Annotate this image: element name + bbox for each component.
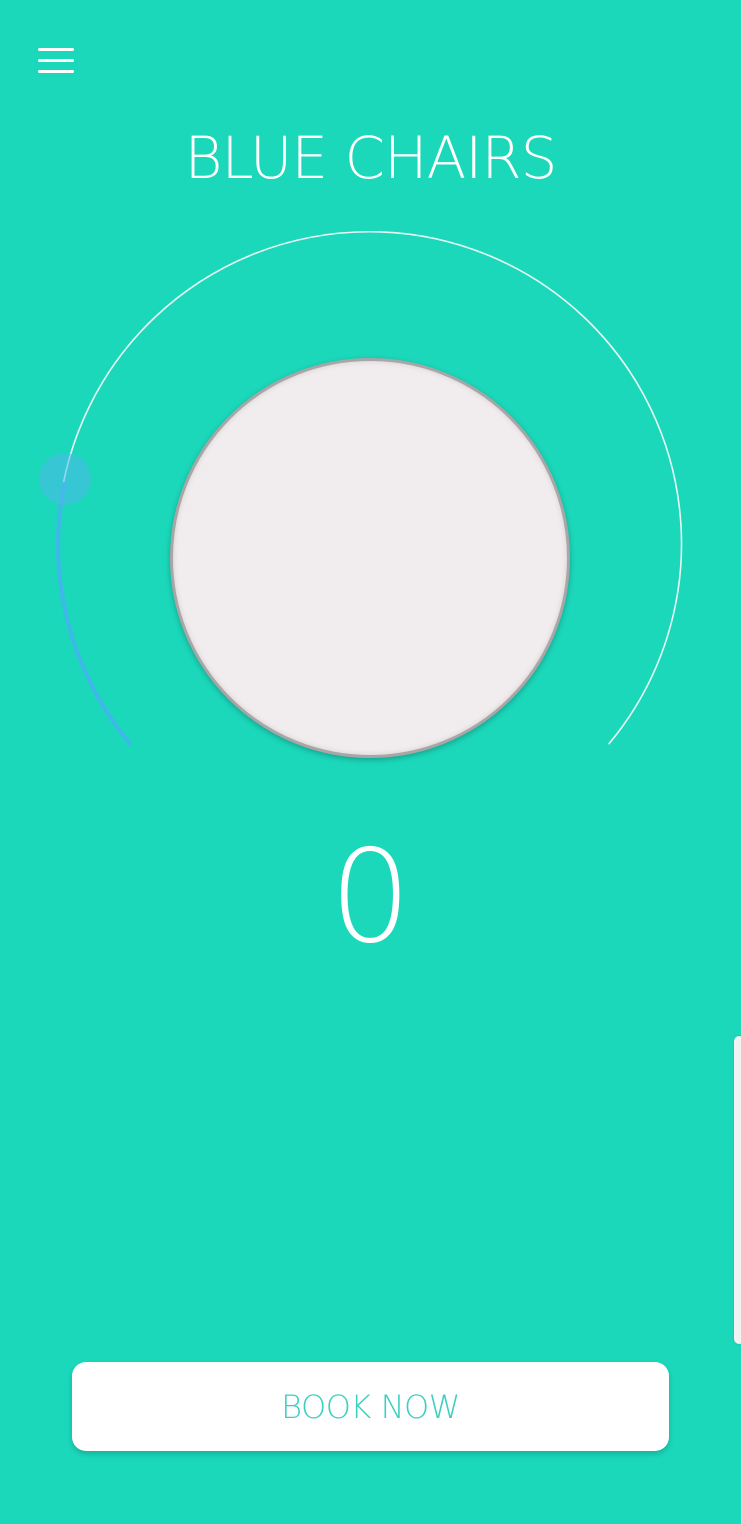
dial-progress-arc xyxy=(56,482,132,746)
app-screen: BLUE CHAIRS 0 BOOK NOW xyxy=(0,0,741,1524)
dial-center-disc[interactable] xyxy=(170,358,570,758)
book-now-label: BOOK NOW xyxy=(281,1387,460,1426)
selected-count: 0 xyxy=(329,823,412,972)
book-now-button[interactable]: BOOK NOW xyxy=(72,1362,669,1451)
scroll-indicator[interactable] xyxy=(734,1036,741,1344)
dial-handle[interactable] xyxy=(39,453,91,505)
